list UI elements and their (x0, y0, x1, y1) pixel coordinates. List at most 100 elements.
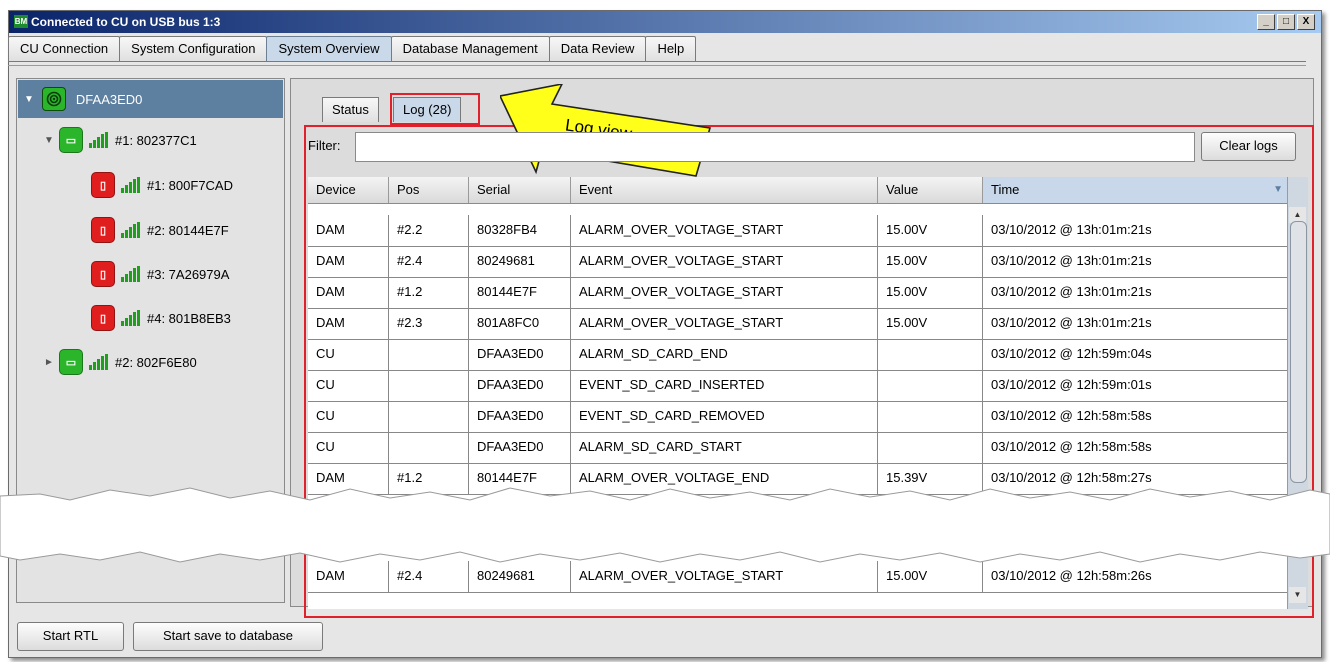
clear-logs-button[interactable]: Clear logs (1201, 132, 1296, 161)
scroll-down-arrow-icon[interactable]: ▼ (1289, 587, 1306, 603)
table-cell-value (878, 432, 983, 463)
column-header-serial[interactable]: Serial (469, 177, 571, 203)
table-cell-event: EVENT_SD_CARD_REMOVED (571, 401, 878, 432)
table-cell-serial: 801A8FC0 (469, 308, 571, 339)
table-cell-pos (389, 339, 469, 370)
table-cell-device: CU (308, 432, 389, 463)
table-row[interactable]: DAM #2.4 80249681 ALARM_OVER_VOLTAGE_START 1… (308, 246, 1287, 278)
tab-cu-connection[interactable]: CU Connection (8, 36, 121, 61)
start-rtl-button[interactable]: Start RTL (17, 622, 124, 651)
tab-help[interactable]: Help (645, 36, 697, 61)
table-cell-event: ALARM_OVER_VOLTAGE_START (571, 215, 878, 246)
main-tab-bar: CU Connection System Configuration Syste… (8, 36, 697, 62)
scrollbar-thumb[interactable] (1290, 221, 1307, 483)
table-cell-time: 03/10/2012 @ 12h:58m:58s (983, 432, 1287, 463)
tree-node-801B8EB3[interactable]: ▯ #4: 801B8EB3 (91, 303, 231, 333)
table-row[interactable]: CU DFAA3ED0 EVENT_SD_CARD_INSERTED 03/10/20… (308, 370, 1287, 402)
tree-node-802F6E80[interactable]: ► ▭ #2: 802F6E80 (43, 347, 197, 377)
table-cell-pos (389, 432, 469, 463)
table-cell-value (878, 401, 983, 432)
title-bar: BM Connected to CU on USB bus 1:3 _ □ X (9, 11, 1321, 33)
table-cell-time: 03/10/2012 @ 12h:59m:01s (983, 370, 1287, 401)
log-tab-highlight (390, 93, 480, 125)
sort-descending-icon[interactable]: ▼ (1273, 177, 1283, 203)
signal-strength-icon (121, 310, 141, 326)
table-cell-serial: 80249681 (469, 246, 571, 277)
table-cell-device: DAM (308, 215, 389, 246)
battery-red-icon: ▯ (91, 172, 115, 198)
tab-divider (8, 61, 1306, 66)
table-cell-pos (389, 401, 469, 432)
table-cell-event: ALARM_OVER_VOLTAGE_START (571, 277, 878, 308)
start-save-to-database-button[interactable]: Start save to database (133, 622, 323, 651)
table-cell-pos (389, 370, 469, 401)
tree-root-item[interactable]: ▼ DFAA3ED0 (18, 80, 283, 118)
table-row[interactable]: DAM #1.2 80144E7F ALARM_OVER_VOLTAGE_START 1… (308, 277, 1287, 309)
tree-node-80144E7F[interactable]: ▯ #2: 80144E7F (91, 215, 229, 245)
table-cell-serial: 80144E7F (469, 277, 571, 308)
signal-strength-icon (89, 354, 109, 370)
battery-red-icon: ▯ (91, 305, 115, 331)
table-cell-pos: #1.2 (389, 277, 469, 308)
column-header-time[interactable]: Time ▼ (983, 177, 1287, 203)
filter-input[interactable] (355, 132, 1195, 162)
battery-green-icon: ▭ (59, 127, 83, 153)
battery-green-icon: ▭ (59, 349, 83, 375)
table-cell-time: 03/10/2012 @ 13h:01m:21s (983, 246, 1287, 277)
column-header-pos[interactable]: Pos (389, 177, 469, 203)
tab-database-management[interactable]: Database Management (390, 36, 550, 61)
app-icon: BM (14, 15, 28, 28)
tab-system-overview[interactable]: System Overview (266, 36, 392, 61)
table-cell-event: ALARM_OVER_VOLTAGE_START (571, 246, 878, 277)
table-cell-event: ALARM_OVER_VOLTAGE_START (571, 308, 878, 339)
tree-node-label: #2: 802F6E80 (115, 354, 197, 370)
battery-red-icon: ▯ (91, 217, 115, 243)
table-cell-serial: DFAA3ED0 (469, 370, 571, 401)
maximize-button[interactable]: □ (1277, 14, 1295, 30)
table-row[interactable]: DAM #2.3 801A8FC0 ALARM_OVER_VOLTAGE_START 1… (308, 308, 1287, 340)
tree-node-label: #1: 800F7CAD (147, 177, 233, 193)
table-cell-event: ALARM_SD_CARD_START (571, 432, 878, 463)
expand-arrow-icon[interactable]: ▼ (24, 94, 34, 105)
subtab-status[interactable]: Status (322, 97, 379, 122)
tab-data-review[interactable]: Data Review (548, 36, 647, 61)
tree-root-label: DFAA3ED0 (75, 91, 143, 107)
tree-node-label: #3: 7A26979A (147, 266, 230, 282)
table-cell-serial: 80328FB4 (469, 215, 571, 246)
tree-node-802377C1[interactable]: ▼ ▭ #1: 802377C1 (43, 125, 197, 155)
table-cell-device: DAM (308, 308, 389, 339)
table-cell-value: 15.00V (878, 308, 983, 339)
table-row[interactable]: CU DFAA3ED0 ALARM_SD_CARD_START 03/10/2012 … (308, 432, 1287, 464)
signal-strength-icon (89, 132, 109, 148)
column-header-value[interactable]: Value (878, 177, 983, 203)
window-title: Connected to CU on USB bus 1:3 (31, 15, 221, 29)
table-cell-device: DAM (308, 277, 389, 308)
table-cell-pos: #2.2 (389, 215, 469, 246)
signal-strength-icon (121, 177, 141, 193)
table-cell-event: ALARM_SD_CARD_END (571, 339, 878, 370)
minimize-button[interactable]: _ (1257, 14, 1275, 30)
close-button[interactable]: X (1297, 14, 1315, 30)
column-header-event[interactable]: Event (571, 177, 878, 203)
tree-node-label: #2: 80144E7F (147, 222, 229, 238)
filter-label: Filter: (308, 138, 341, 153)
table-cell-time: 03/10/2012 @ 13h:01m:21s (983, 277, 1287, 308)
column-header-time-label: Time (991, 182, 1020, 197)
table-cell-serial: DFAA3ED0 (469, 401, 571, 432)
table-cell-serial: DFAA3ED0 (469, 432, 571, 463)
table-header: Device Pos Serial Event Value Time ▼ (308, 177, 1287, 204)
collapse-arrow-icon[interactable]: ► (43, 357, 55, 368)
tree-node-800F7CAD[interactable]: ▯ #1: 800F7CAD (91, 170, 233, 200)
table-cell-time: 03/10/2012 @ 12h:59m:04s (983, 339, 1287, 370)
tree-node-label: #4: 801B8EB3 (147, 310, 231, 326)
column-header-device[interactable]: Device (308, 177, 389, 203)
tree-node-7A26979A[interactable]: ▯ #3: 7A26979A (91, 259, 229, 289)
table-row[interactable]: DAM #2.2 80328FB4 ALARM_OVER_VOLTAGE_START 1… (308, 215, 1287, 247)
table-cell-value: 15.00V (878, 215, 983, 246)
expand-arrow-icon[interactable]: ▼ (43, 135, 55, 146)
torn-paper-break (0, 487, 1330, 563)
tab-system-configuration[interactable]: System Configuration (119, 36, 268, 61)
table-cell-value (878, 370, 983, 401)
table-row[interactable]: CU DFAA3ED0 EVENT_SD_CARD_REMOVED 03/10/201… (308, 401, 1287, 433)
table-row[interactable]: CU DFAA3ED0 ALARM_SD_CARD_END 03/10/2012 @ … (308, 339, 1287, 371)
